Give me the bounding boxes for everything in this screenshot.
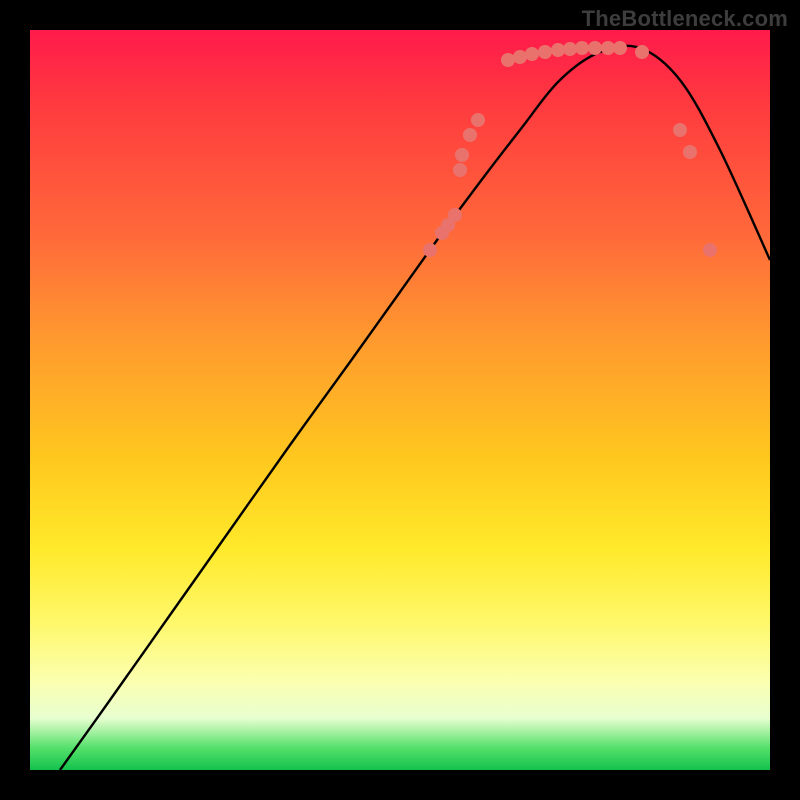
data-point [472, 114, 485, 127]
data-point [449, 209, 462, 222]
data-point [636, 46, 649, 59]
data-point [456, 149, 469, 162]
data-point [704, 244, 717, 257]
data-point [514, 51, 527, 64]
data-point [502, 54, 515, 67]
data-point [589, 42, 602, 55]
data-point [424, 244, 437, 257]
data-point [576, 42, 589, 55]
watermark-text: TheBottleneck.com [582, 6, 788, 32]
data-point [464, 129, 477, 142]
data-points [424, 42, 717, 257]
data-point [454, 164, 467, 177]
data-point [539, 46, 552, 59]
curve-svg [30, 30, 770, 770]
chart-frame: TheBottleneck.com [0, 0, 800, 800]
data-point [614, 42, 627, 55]
data-point [552, 44, 565, 57]
data-point [564, 43, 577, 56]
plot-area [30, 30, 770, 770]
data-point [526, 48, 539, 61]
data-point [684, 146, 697, 159]
bottleneck-curve [60, 46, 770, 770]
data-point [602, 42, 615, 55]
data-point [674, 124, 687, 137]
